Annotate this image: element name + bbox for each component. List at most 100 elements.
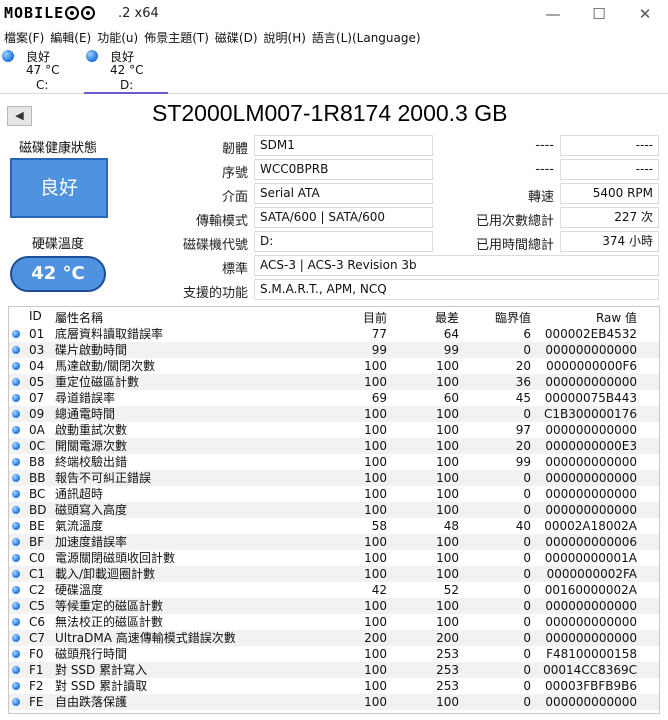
attribute-id: C7 xyxy=(29,631,46,645)
table-row[interactable]: F1 對 SSD 累計寫入 100 253 0 00014CC8369C xyxy=(9,662,659,678)
table-row[interactable]: BE 氣流溫度 58 48 40 00002A18002A xyxy=(9,518,659,534)
transfer-mode-field: SATA/600 | SATA/600 xyxy=(254,207,433,228)
status-good-icon xyxy=(12,554,20,562)
col-id[interactable]: ID xyxy=(29,309,42,323)
minimize-button[interactable]: — xyxy=(530,0,576,30)
menu-theme[interactable]: 佈景主題(T) xyxy=(141,30,212,48)
attribute-worst: 253 xyxy=(436,663,459,677)
attribute-current: 100 xyxy=(364,375,387,389)
table-row[interactable]: C5 等候重定的磁區計數 100 100 0 000000000000 xyxy=(9,598,659,614)
attribute-current: 42 xyxy=(371,583,387,597)
attribute-name: 馬達啟動/關閉次數 xyxy=(55,359,156,373)
table-row[interactable]: 04 馬達啟動/關閉次數 100 100 20 0000000000F6 xyxy=(9,358,659,374)
table-row[interactable]: C2 硬碟溫度 42 52 0 00160000002A xyxy=(9,582,659,598)
attribute-raw-value: 000000000000 xyxy=(545,455,637,469)
attribute-raw-value: 0000000000E3 xyxy=(545,439,637,453)
status-good-icon xyxy=(12,538,20,546)
attribute-current: 100 xyxy=(364,439,387,453)
table-row[interactable]: BB 報告不可糾正錯誤 100 100 0 000000000000 xyxy=(9,470,659,486)
status-good-icon xyxy=(12,666,20,674)
table-row[interactable]: F2 對 SSD 累計讀取 100 253 0 00003FBFB9B6 xyxy=(9,678,659,694)
attribute-id: 0A xyxy=(29,423,45,437)
attribute-threshold: 0 xyxy=(523,631,531,645)
col-attribute-name[interactable]: 屬性名稱 xyxy=(55,309,103,326)
status-good-icon xyxy=(12,458,20,466)
attribute-current: 100 xyxy=(364,663,387,677)
table-row[interactable]: 09 總通電時間 100 100 0 C1B300000176 xyxy=(9,406,659,422)
attribute-raw-value: 000000000000 xyxy=(545,615,637,629)
attribute-current: 100 xyxy=(364,679,387,693)
close-button[interactable]: ✕ xyxy=(622,0,668,30)
health-status-button[interactable]: 良好 xyxy=(10,158,108,218)
attribute-current: 100 xyxy=(364,471,387,485)
status-good-icon xyxy=(12,682,20,690)
menu-disk[interactable]: 磁碟(D) xyxy=(212,30,261,48)
menu-help[interactable]: 說明(H) xyxy=(261,30,309,48)
attribute-threshold: 45 xyxy=(515,391,531,405)
features-field: S.M.A.R.T., APM, NCQ xyxy=(254,279,659,300)
serial-field: WCC0BPRB xyxy=(254,159,433,180)
attribute-raw-value: 000000000000 xyxy=(545,343,637,357)
attribute-raw-value: 000000000000 xyxy=(545,631,637,645)
table-row[interactable]: BF 加速度錯誤率 100 100 0 000000000006 xyxy=(9,534,659,550)
attribute-name: 啟動重試次數 xyxy=(55,423,128,437)
attribute-name: 開關電源次數 xyxy=(55,439,128,453)
table-row[interactable]: 0A 啟動重試次數 100 100 97 000000000000 xyxy=(9,422,659,438)
attribute-worst: 100 xyxy=(436,375,459,389)
table-row[interactable]: 01 底層資料讀取錯誤率 77 64 6 000002EB4532 xyxy=(9,326,659,342)
col-current[interactable]: 目前 xyxy=(335,309,387,326)
table-row[interactable]: 07 尋道錯誤率 69 60 45 00000075B443 xyxy=(9,390,659,406)
table-row[interactable]: BC 通訊超時 100 100 0 000000000000 xyxy=(9,486,659,502)
transfer-mode-label: 傳輸模式 xyxy=(195,214,248,229)
previous-disk-button[interactable]: ◀ xyxy=(7,106,32,126)
attribute-worst: 100 xyxy=(436,423,459,437)
rotation-speed-label: 轉速 xyxy=(527,190,554,205)
attribute-id: 09 xyxy=(29,407,45,421)
standard-label: 標準 xyxy=(221,262,248,277)
interface-label: 介面 xyxy=(221,190,248,205)
attribute-current: 100 xyxy=(364,695,387,709)
table-row[interactable]: FE 自由跌落保護 100 100 0 000000000000 xyxy=(9,694,659,710)
attribute-threshold: 0 xyxy=(523,551,531,565)
table-row[interactable]: F0 磁頭飛行時間 100 253 0 F48100000158 xyxy=(9,646,659,662)
table-row[interactable]: B8 終端校驗出錯 100 100 99 000000000000 xyxy=(9,454,659,470)
attribute-id: F1 xyxy=(29,663,44,677)
blank-label: ---- xyxy=(535,138,554,153)
status-good-icon xyxy=(12,618,20,626)
attribute-current: 100 xyxy=(364,455,387,469)
table-row[interactable]: 03 碟片啟動時間 99 99 0 000000000000 xyxy=(9,342,659,358)
menu-file[interactable]: 檔案(F) xyxy=(0,30,47,48)
attribute-id: F0 xyxy=(29,647,44,661)
attribute-worst: 48 xyxy=(443,519,459,533)
smart-table[interactable]: ID 屬性名稱 目前 最差 臨界值 Raw 值 01 底層資料讀取錯誤率 77 64 6… xyxy=(8,306,660,714)
menu-language[interactable]: 語言(L)(Language) xyxy=(309,30,424,48)
table-row[interactable]: C1 載入/卸載迴圈計數 100 100 0 0000000002FA xyxy=(9,566,659,582)
attribute-id: BB xyxy=(29,471,46,485)
table-row[interactable]: C6 無法校正的磁區計數 100 100 0 000000000000 xyxy=(9,614,659,630)
status-good-icon xyxy=(12,346,20,354)
triangle-left-icon: ◀ xyxy=(15,109,24,122)
temperature-label: 硬碟溫度 xyxy=(31,237,84,252)
table-row[interactable]: C0 電源關閉磁頭收回計數 100 100 0 00000000001A xyxy=(9,550,659,566)
attribute-current: 100 xyxy=(364,599,387,613)
attribute-name: 終端校驗出錯 xyxy=(55,455,128,469)
drive-tab-c[interactable]: 良好 47 °C C: xyxy=(0,48,84,94)
table-row[interactable]: 05 重定位磁區計數 100 100 36 000000000000 xyxy=(9,374,659,390)
attribute-worst: 100 xyxy=(436,567,459,581)
table-row[interactable]: C7 UltraDMA 高速傳輸模式錯誤次數 200 200 0 000000000000 xyxy=(9,630,659,646)
table-row[interactable]: 0C 開關電源次數 100 100 20 0000000000E3 xyxy=(9,438,659,454)
col-threshold[interactable]: 臨界值 xyxy=(479,309,531,326)
col-raw-value[interactable]: Raw 值 xyxy=(541,309,637,326)
menu-edit[interactable]: 編輯(E) xyxy=(47,30,94,48)
drive-tab-d[interactable]: 良好 42 °C D: xyxy=(84,48,168,94)
attribute-threshold: 99 xyxy=(515,455,531,469)
drive-bar: 良好 47 °C C: 良好 42 °C D: xyxy=(0,48,668,94)
interface-field: Serial ATA xyxy=(254,183,433,204)
col-worst[interactable]: 最差 xyxy=(407,309,459,326)
attribute-raw-value: 00003FBFB9B6 xyxy=(545,679,637,693)
table-row[interactable]: BD 磁頭寫入高度 100 100 0 000000000000 xyxy=(9,502,659,518)
attribute-id: C5 xyxy=(29,599,46,613)
menu-function[interactable]: 功能(u) xyxy=(94,30,141,48)
status-good-icon xyxy=(12,362,20,370)
maximize-button[interactable]: ☐ xyxy=(576,0,622,30)
